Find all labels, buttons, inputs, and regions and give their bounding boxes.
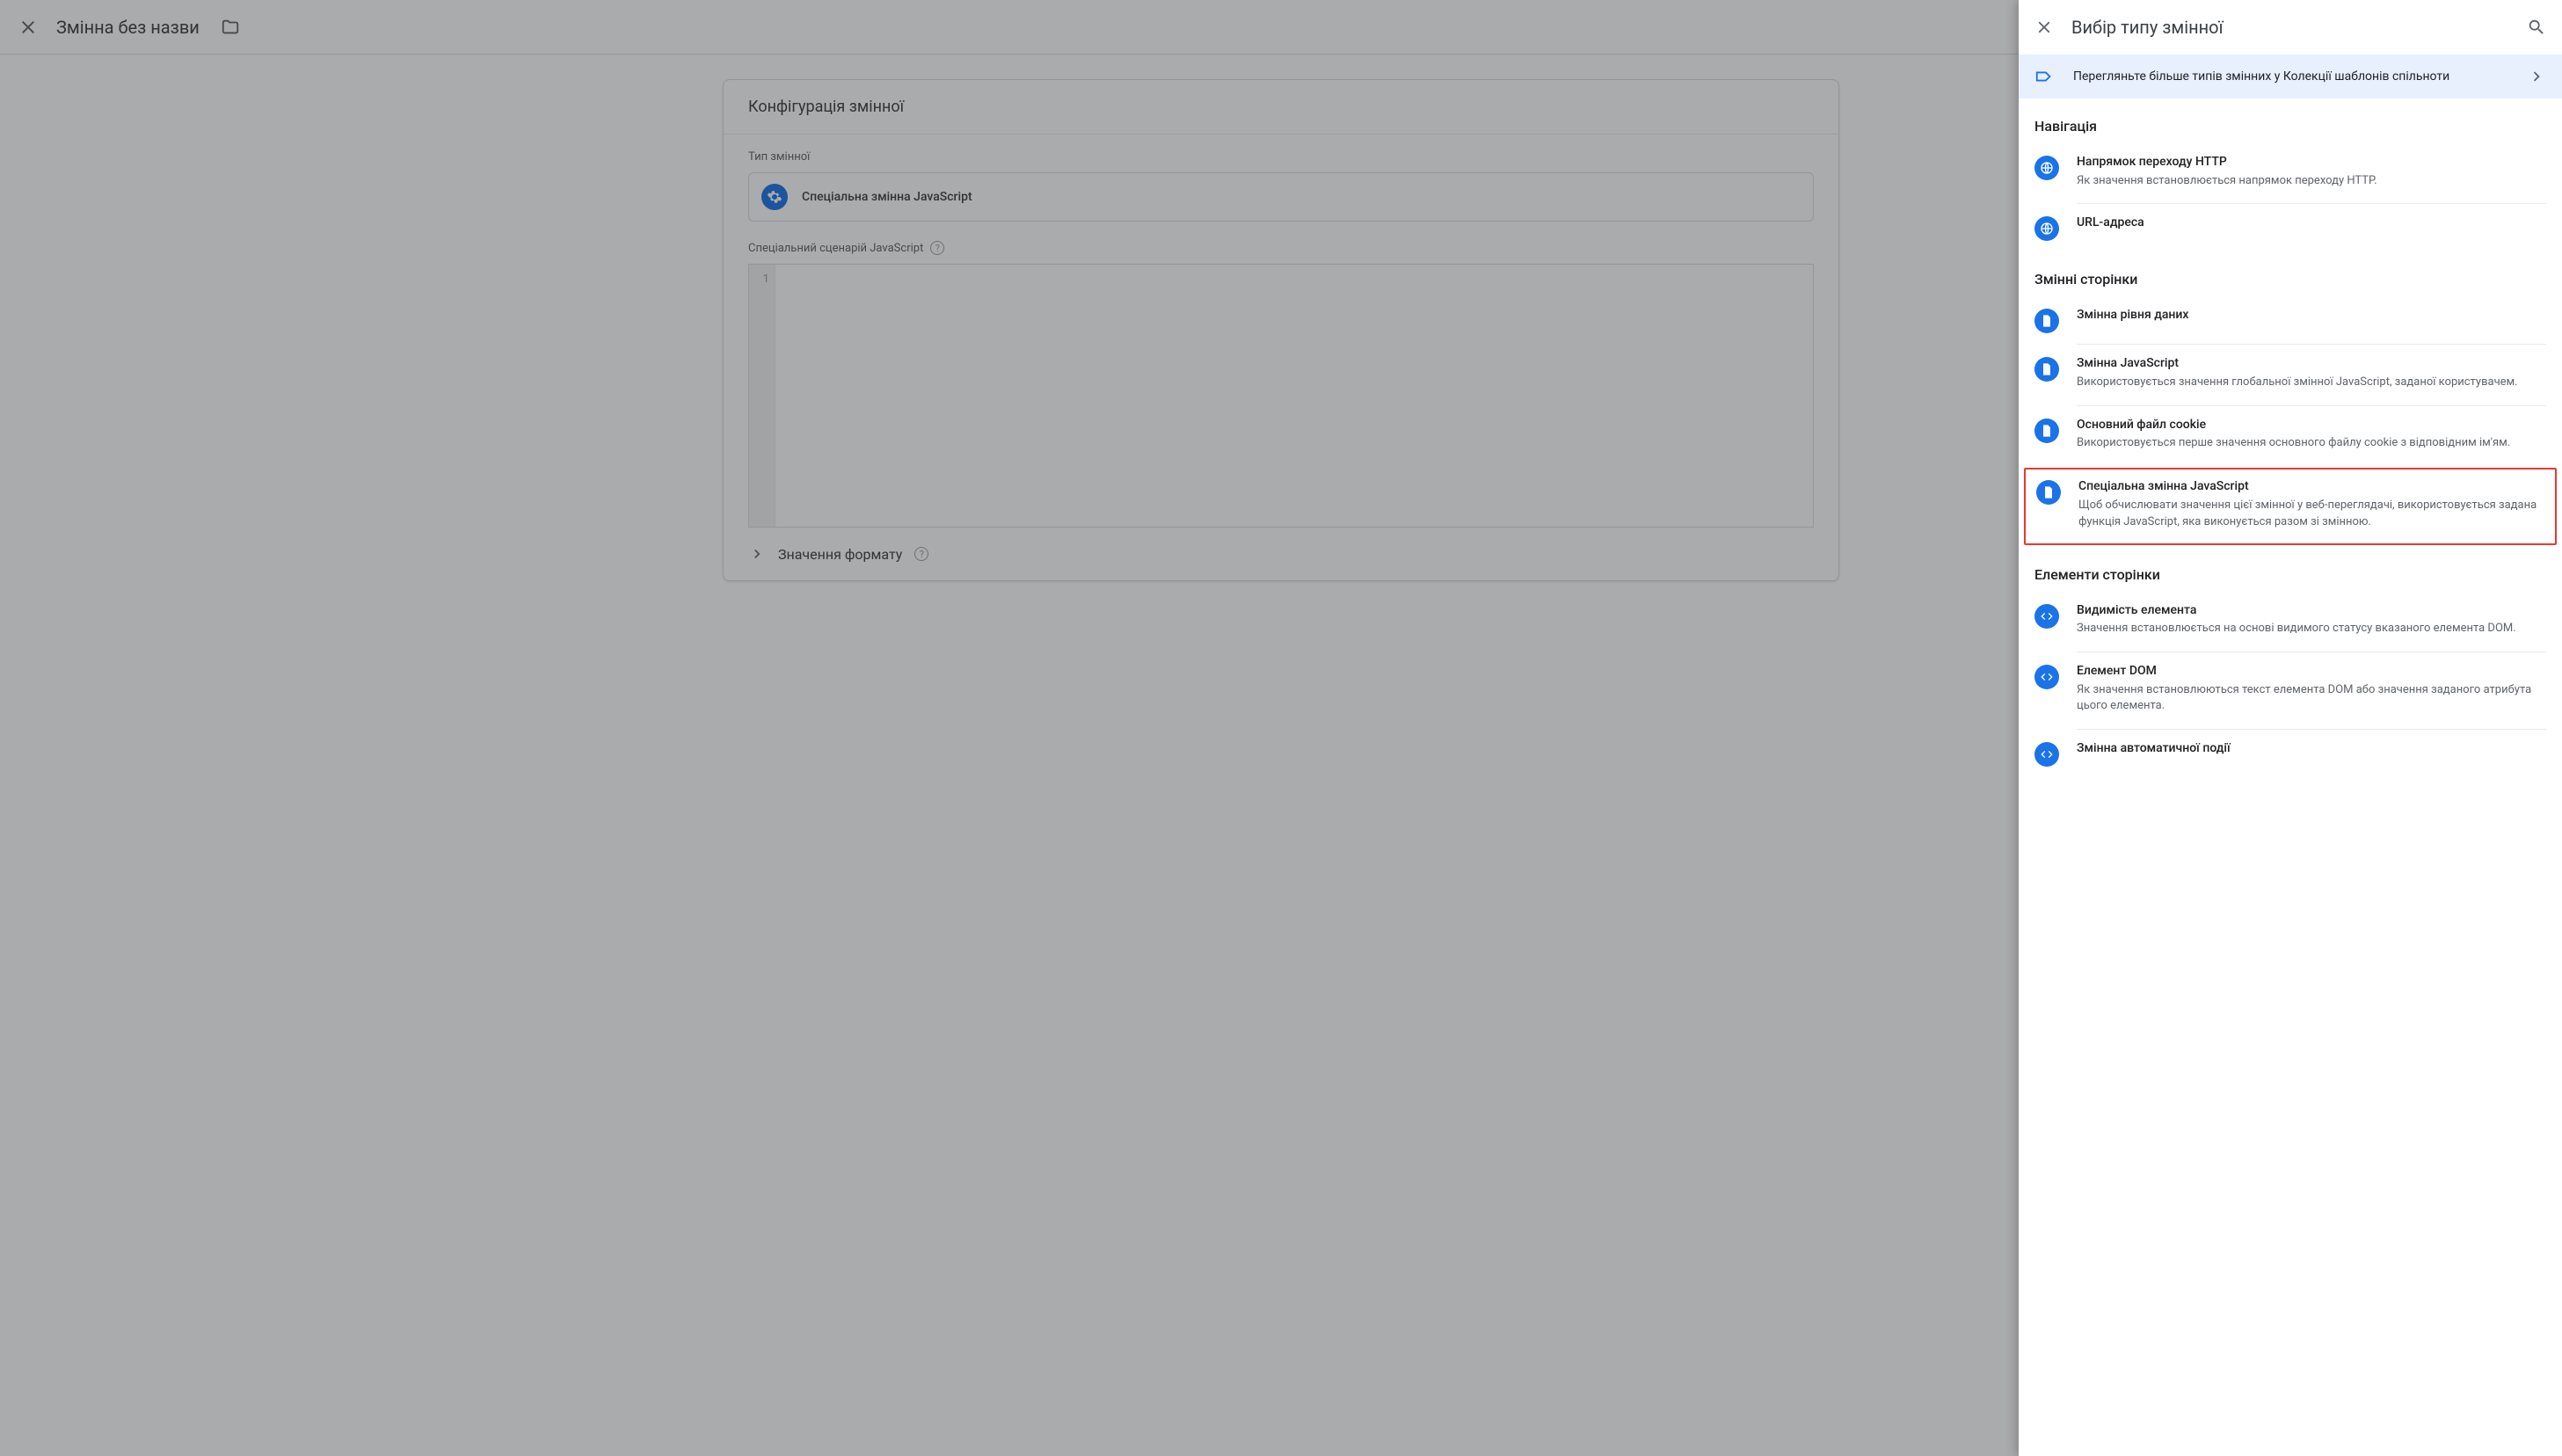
option-title: URL-адреса	[2077, 215, 2546, 232]
option-description: Використовується значення глобальної змі…	[2077, 375, 2546, 391]
variable-type-option[interactable]: Змінна рівня даних	[2019, 296, 2562, 344]
tag-icon	[2034, 67, 2054, 86]
code-icon	[2034, 665, 2059, 689]
option-description: Як значення встановлюється напрямок пере…	[2077, 173, 2546, 190]
page-icon	[2034, 419, 2059, 443]
search-icon[interactable]	[2527, 18, 2546, 37]
code-icon	[2034, 742, 2059, 767]
group-title: Навігація	[2019, 98, 2562, 143]
option-title: Змінна JavaScript	[2077, 355, 2546, 373]
variable-type-option[interactable]: Основний файл cookieВикористовується пер…	[2019, 406, 2562, 466]
variable-type-option[interactable]: Змінна автоматичної події	[2019, 730, 2562, 777]
option-title: Спеціальна змінна JavaScript	[2078, 478, 2544, 496]
variable-type-option[interactable]: Видимість елементаЗначення встановлюєтьс…	[2019, 592, 2562, 652]
chevron-right-icon	[2527, 67, 2546, 86]
option-title: Напрямок переходу HTTP	[2077, 154, 2546, 171]
option-title: Основний файл cookie	[2077, 417, 2546, 434]
close-icon[interactable]	[2034, 18, 2054, 37]
option-title: Змінна автоматичної події	[2077, 740, 2546, 758]
option-title: Змінна рівня даних	[2077, 307, 2546, 324]
variable-type-option[interactable]: Змінна JavaScript Використовується значен…	[2019, 345, 2562, 404]
page-icon	[2036, 480, 2061, 505]
option-description: Щоб обчислювати значення цієї змінної у …	[2078, 498, 2544, 531]
option-title: Видимість елемента	[2077, 602, 2546, 620]
option-description: Значення встановлюється на основі видимо…	[2077, 621, 2546, 637]
variable-type-option[interactable]: Спеціальна змінна JavaScript Щоб обчислюв…	[2026, 470, 2555, 542]
variable-type-option[interactable]: Напрямок переходу HTTP Як значення встано…	[2019, 143, 2562, 203]
page-icon	[2034, 357, 2059, 382]
option-title: Елемент DOM	[2077, 663, 2546, 681]
globe-icon	[2034, 216, 2059, 241]
page-icon	[2034, 309, 2059, 333]
group-title: Змінні сторінки	[2019, 251, 2562, 296]
panel-title: Вибір типу змінної	[2071, 17, 2509, 38]
community-templates-banner[interactable]: Перегляньте більше типів змінних у Колек…	[2019, 55, 2562, 98]
group-title: Елементи сторінки	[2019, 547, 2562, 592]
option-description: Як значення встановлюються текст елемент…	[2077, 682, 2546, 716]
variable-type-option[interactable]: Елемент DOMЯк значення встановлюються те…	[2019, 652, 2562, 729]
highlighted-option: Спеціальна змінна JavaScript Щоб обчислюв…	[2024, 468, 2557, 544]
code-icon	[2034, 604, 2059, 629]
variable-type-option[interactable]: URL-адреса	[2019, 204, 2562, 251]
panel-header: Вибір типу змінної	[2019, 0, 2562, 55]
globe-icon	[2034, 156, 2059, 180]
option-description: Використовується перше значення основног…	[2077, 435, 2546, 452]
variable-type-panel: Вибір типу змінної Перегляньте більше ти…	[2019, 0, 2562, 1456]
